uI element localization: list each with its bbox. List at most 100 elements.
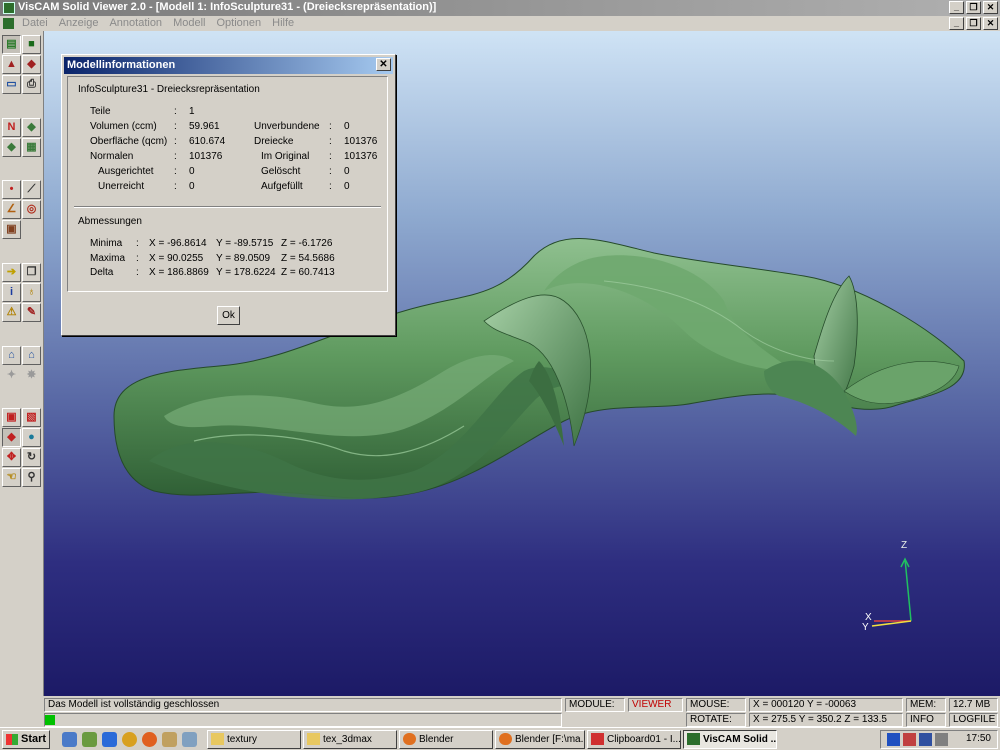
info-icon[interactable]: i [2,283,21,302]
label-dreiecke: Dreiecke [254,136,294,147]
colon: : [329,121,332,132]
menu-optionen[interactable]: Optionen [216,17,261,29]
network-icon[interactable] [887,733,900,746]
minimize-button[interactable]: _ [949,1,964,14]
document-icon[interactable] [3,18,14,29]
logfile-button[interactable]: LOGFILE [949,713,998,727]
app-icon[interactable] [3,2,15,14]
task-textury[interactable]: textury [207,730,301,749]
security-icon[interactable] [903,733,916,746]
dialog-close-icon[interactable]: ✕ [376,58,391,71]
colon: : [136,238,139,249]
browser-icon[interactable] [102,732,117,747]
start-label: Start [21,733,47,745]
window-title: VisCAM Solid Viewer 2.0 - [Modell 1: Inf… [18,1,437,13]
copy-icon[interactable]: ❐ [22,263,41,282]
task-blender[interactable]: Blender [399,730,493,749]
windows-logo-icon [6,734,18,745]
circle-icon[interactable]: ◎ [22,200,41,219]
menu-datei[interactable]: Datei [22,17,48,29]
angle-icon[interactable]: ∠ [2,200,21,219]
value-aufgefuellt: 0 [344,181,350,192]
media-icon[interactable] [122,732,137,747]
print-icon[interactable]: ⎙ [22,75,41,94]
cube-icon[interactable]: ▧ [22,408,41,427]
module-label: MODULE: [565,698,625,712]
open-icon[interactable]: ▤ [2,35,21,54]
close-button[interactable]: ✕ [983,1,998,14]
colon: : [329,151,332,162]
doc-minimize-button[interactable]: _ [949,17,964,30]
box-icon[interactable]: ▣ [2,220,21,239]
menu-anzeige[interactable]: Anzeige [59,17,99,29]
volume-icon[interactable] [935,733,948,746]
delta-x: X = 186.8869 [149,267,209,278]
quicklaunch-app-icon[interactable] [82,732,97,747]
language-icon[interactable] [919,733,932,746]
save-icon[interactable]: ■ [22,35,41,54]
task-tex-3dmax[interactable]: tex_3dmax [303,730,397,749]
wire-icon[interactable]: ▦ [22,138,41,157]
task-label: Blender [F:\ma... [515,734,585,745]
warning-icon[interactable]: ⚠ [2,303,21,322]
quicklaunch-more-icon[interactable] [182,732,197,747]
start-button[interactable]: Start [2,730,50,749]
point-icon[interactable]: • [2,180,21,199]
frame-icon[interactable]: ▣ [2,408,21,427]
home-view-icon[interactable]: ⌂ [22,346,41,365]
task-blender-file[interactable]: Blender [F:\ma... [495,730,585,749]
doc-close-button[interactable]: ✕ [983,17,998,30]
folder-icon [307,733,320,745]
properties-icon[interactable]: ▭ [2,75,21,94]
shaded-icon[interactable]: ◆ [2,138,21,157]
colon: : [136,267,139,278]
pen-icon[interactable]: ✎ [22,303,41,322]
menu-modell[interactable]: Modell [173,17,205,29]
sphere-icon[interactable]: ● [22,428,41,447]
task-viscam[interactable]: VisCAM Solid ... [683,730,777,749]
label-aufgefuellt: Aufgefüllt [261,181,303,192]
normals-icon[interactable]: N [2,118,21,137]
lamp-icon[interactable]: ♁ [22,283,41,302]
menu-hilfe[interactable]: Hilfe [272,17,294,29]
doc-restore-button[interactable]: ❐ [966,17,981,30]
firefox-icon[interactable] [142,732,157,747]
task-label: Clipboard01 - I... [607,734,681,745]
hand-icon[interactable]: ☜ [2,468,21,487]
home-icon[interactable]: ⌂ [2,346,21,365]
minima-x: X = -96.8614 [149,238,207,249]
system-tray: 17:50 [880,730,998,749]
ok-button[interactable]: Ok [217,306,240,325]
zoom-fit-icon[interactable]: ◆ [2,428,21,447]
info-button[interactable]: INFO [906,713,946,727]
export-icon[interactable]: ◆ [22,55,41,74]
menu-annotation[interactable]: Annotation [109,17,162,29]
minima-z: Z = -6.1726 [281,238,333,249]
solid-icon[interactable]: ◆ [22,118,41,137]
value-geloescht: 0 [344,166,350,177]
restore-button[interactable]: ❐ [966,1,981,14]
task-clipboard[interactable]: Clipboard01 - I... [587,730,681,749]
label-unverbundene: Unverbundene [254,121,320,132]
explorer-icon[interactable] [162,732,177,747]
move-icon[interactable]: ✥ [2,448,21,467]
disabled-burst-icon: ✸ [22,366,41,385]
zoom-icon[interactable]: ⚲ [22,468,41,487]
rotate-icon[interactable]: ↻ [22,448,41,467]
dialog-title-bar[interactable]: Modellinformationen ✕ [64,57,393,74]
axis-label-y: Y [862,622,869,633]
rotate-label: ROTATE: [686,713,746,727]
label-geloescht: Gelöscht [261,166,301,177]
value-unerreicht: 0 [189,181,195,192]
irfanview-icon [591,733,604,745]
colon: : [174,151,177,162]
import-icon[interactable]: ▲ [2,55,21,74]
value-oberflaeche: 610.674 [189,136,226,147]
label-volumen: Volumen (ccm) [90,121,157,132]
desktop-icon[interactable] [62,732,77,747]
colon: : [136,253,139,264]
label-ausgerichtet: Ausgerichtet [98,166,154,177]
arrow-right-icon[interactable]: ➔ [2,263,21,282]
line-icon[interactable]: ⟋ [22,180,41,199]
task-label: VisCAM Solid ... [703,734,777,745]
